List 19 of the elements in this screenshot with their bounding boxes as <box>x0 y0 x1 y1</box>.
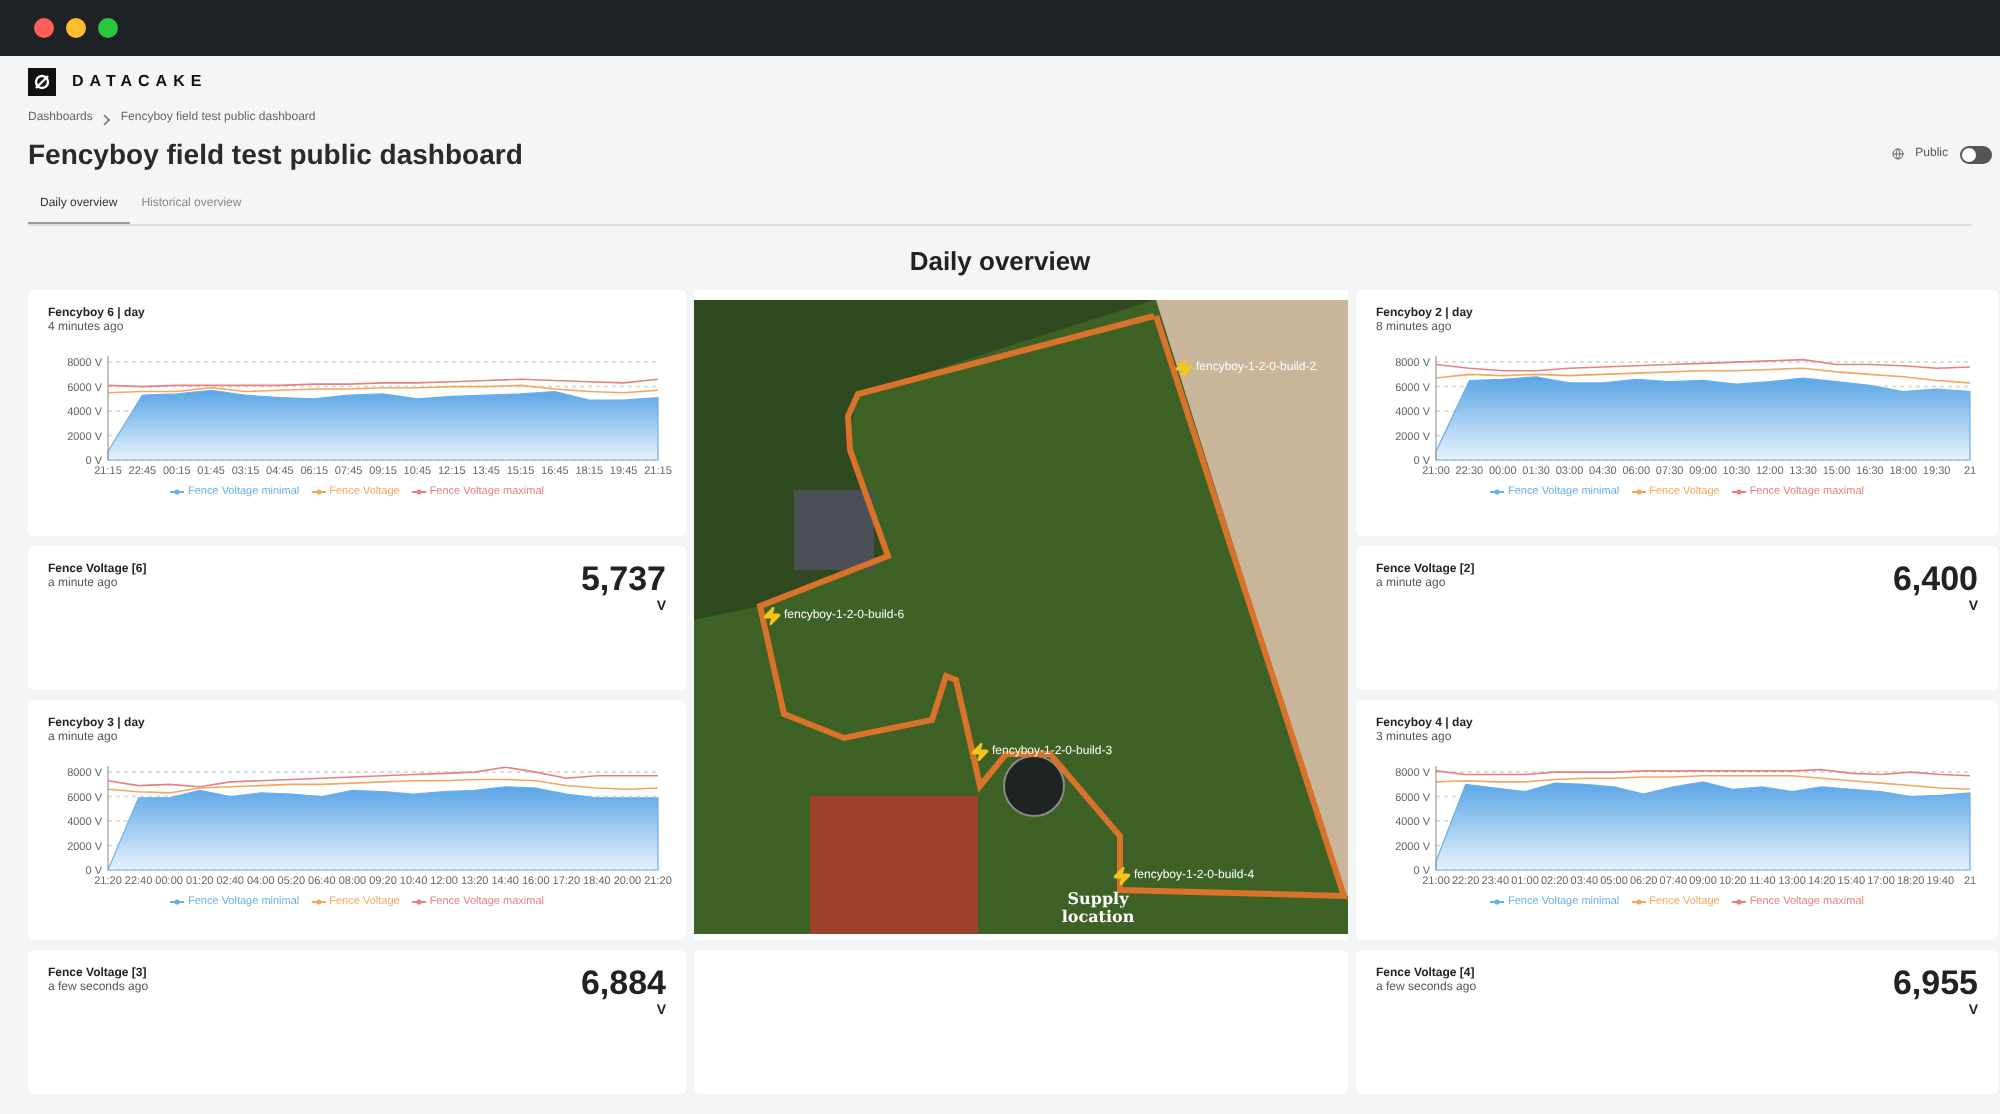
public-switch[interactable] <box>1960 145 1992 163</box>
lightning-pin-icon[interactable] <box>1174 358 1194 378</box>
lightning-pin-icon[interactable] <box>1112 866 1132 886</box>
map-label: Supply location <box>1059 890 1137 926</box>
chevron-right-icon <box>102 113 111 125</box>
page-title: Fencyboy field test public dashboard <box>28 136 523 174</box>
maximize-window-button[interactable] <box>98 18 118 38</box>
kpi-value: 5,737 <box>580 562 666 598</box>
lightning-pin-icon[interactable] <box>762 606 782 626</box>
brand-name: DATACAKE <box>72 70 208 94</box>
kpi-value: 6,884 <box>580 966 666 1002</box>
logo-icon <box>28 68 56 96</box>
kpi-value: 6,400 <box>1892 562 1978 598</box>
globe-icon <box>1891 148 1904 160</box>
section-title: Daily overview <box>907 246 1093 278</box>
kpi-value: 6,955 <box>1892 966 1978 1002</box>
minimize-window-button[interactable] <box>66 18 86 38</box>
close-window-button[interactable] <box>34 18 54 38</box>
lightning-pin-icon[interactable] <box>970 742 990 762</box>
